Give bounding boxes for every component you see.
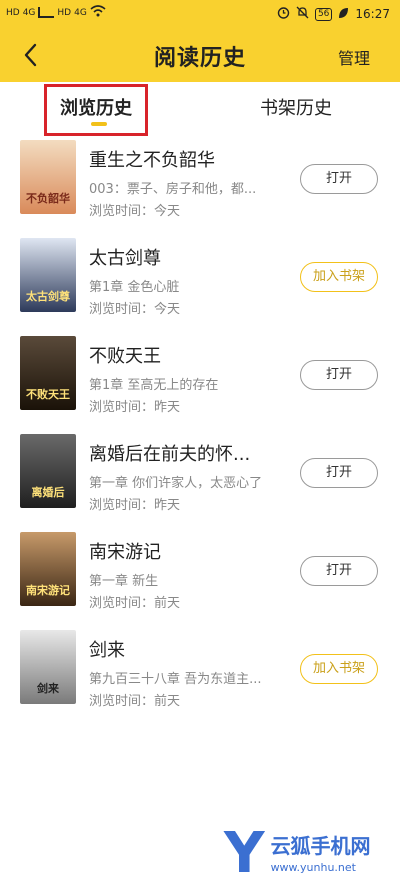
book-chapter: 003：票子、房子和他，都... — [89, 182, 257, 197]
book-title: 南宋游记 — [89, 542, 161, 563]
list-item[interactable]: 太古剑尊 太古剑尊 第1章 金色心脏 浏览时间：今天 加入书架 — [0, 234, 400, 332]
status-right: 56 16:27 — [277, 6, 390, 22]
list-item[interactable]: 南宋游记 南宋游记 第一章 新生 浏览时间：前天 打开 — [0, 528, 400, 626]
book-title: 离婚后在前夫的怀... — [89, 444, 251, 465]
book-chapter: 第一章 你们许家人，太恶心了 — [89, 476, 263, 491]
mute-icon — [296, 6, 309, 22]
tab-shelf-history[interactable]: 书架历史 — [260, 94, 332, 120]
battery-indicator: 56 — [314, 7, 333, 21]
book-cover[interactable]: 剑来 — [20, 630, 76, 704]
open-button[interactable]: 打开 — [300, 458, 378, 488]
book-chapter: 第1章 至高无上的存在 — [89, 378, 219, 393]
list-item[interactable]: 剑来 剑来 第九百三十八章 吾为东道主... 浏览时间：前天 加入书架 — [0, 626, 400, 724]
leaf-icon — [338, 7, 349, 22]
book-cover[interactable]: 离婚后 — [20, 434, 76, 508]
cover-text: 不败天王 — [26, 388, 70, 401]
book-cover[interactable]: 不负韶华 — [20, 140, 76, 214]
add-to-shelf-button[interactable]: 加入书架 — [300, 262, 378, 292]
hd-label-2: HD — [57, 7, 72, 18]
watermark-url: www.yunhu.net — [270, 861, 356, 874]
book-title: 剑来 — [89, 640, 125, 661]
watermark-text: 云狐手机网 www.yunhu.net — [271, 830, 371, 874]
book-title: 太古剑尊 — [89, 248, 161, 269]
cover-text: 离婚后 — [31, 486, 65, 499]
list-item[interactable]: 不败天王 不败天王 第1章 至高无上的存在 浏览时间：昨天 打开 — [0, 332, 400, 430]
network-label-1: 4G — [22, 7, 36, 18]
browse-time: 浏览时间：昨天 — [89, 400, 181, 415]
status-bar: HD 4G HD 4G 56 16:27 — [0, 0, 400, 28]
book-cover[interactable]: 南宋游记 — [20, 532, 76, 606]
list-item[interactable]: 不负韶华 重生之不负韶华 003：票子、房子和他，都... 浏览时间：今天 打开 — [0, 136, 400, 234]
browse-time: 浏览时间：今天 — [89, 204, 181, 219]
book-cover[interactable]: 不败天王 — [20, 336, 76, 410]
book-title: 重生之不负韶华 — [89, 150, 215, 171]
manage-button[interactable]: 管理 — [338, 45, 370, 69]
add-to-shelf-button[interactable]: 加入书架 — [300, 654, 378, 684]
cover-text: 剑来 — [37, 682, 59, 695]
highlight-annotation-box — [44, 84, 148, 136]
open-button[interactable]: 打开 — [300, 360, 378, 390]
book-chapter: 第1章 金色心脏 — [89, 280, 180, 295]
browse-time: 浏览时间：前天 — [89, 694, 181, 709]
hd-label-1: HD — [6, 7, 20, 18]
cover-text: 不负韶华 — [26, 192, 70, 205]
watermark-logo-letter: Y — [224, 821, 265, 886]
browse-time: 浏览时间：前天 — [89, 596, 181, 611]
cover-text: 太古剑尊 — [26, 290, 70, 303]
signal-icon — [38, 7, 55, 18]
alarm-icon — [277, 6, 290, 22]
status-time: 16:27 — [355, 7, 390, 21]
book-chapter: 第九百三十八章 吾为东道主... — [89, 672, 262, 687]
cover-text: 南宋游记 — [26, 584, 70, 597]
book-chapter: 第一章 新生 — [89, 574, 159, 589]
signal-group: HD 4G HD 4G — [6, 5, 106, 20]
browse-time: 浏览时间：今天 — [89, 302, 181, 317]
site-watermark: Y 云狐手机网 www.yunhu.net — [224, 826, 371, 882]
open-button[interactable]: 打开 — [300, 556, 378, 586]
nav-bar: 阅读历史 管理 — [0, 28, 400, 82]
network-label-2: 4G — [74, 7, 87, 18]
open-button[interactable]: 打开 — [300, 164, 378, 194]
list-item[interactable]: 离婚后 离婚后在前夫的怀... 第一章 你们许家人，太恶心了 浏览时间：昨天 打… — [0, 430, 400, 528]
browse-time: 浏览时间：昨天 — [89, 498, 181, 513]
book-title: 不败天王 — [89, 346, 161, 367]
book-cover[interactable]: 太古剑尊 — [20, 238, 76, 312]
wifi-icon — [90, 5, 106, 20]
header-bar: HD 4G HD 4G 56 16:27 阅读历史 管理 — [0, 0, 400, 82]
watermark-name: 云狐手机网 — [270, 834, 371, 858]
